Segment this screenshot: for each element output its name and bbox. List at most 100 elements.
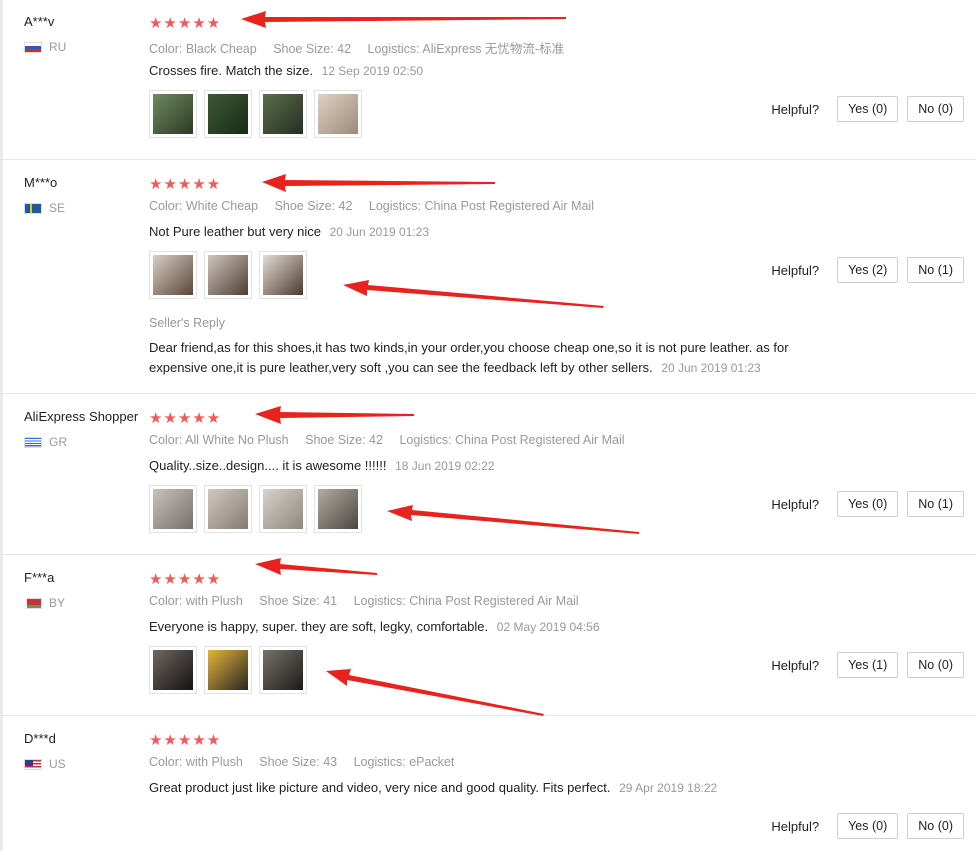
- helpful-no-button[interactable]: No (0): [907, 652, 964, 678]
- meta-color: Color: All White No Plush: [149, 433, 289, 447]
- review-photo[interactable]: [204, 485, 252, 533]
- reviewer-name: M***o: [24, 175, 58, 190]
- review-text: Great product just like picture and vide…: [149, 780, 717, 795]
- review-photo[interactable]: [149, 485, 197, 533]
- star-rating: ★★★★★: [149, 571, 222, 588]
- review-item: D***d US ★★★★★ Color: with Plush Shoe Si…: [0, 716, 976, 855]
- review-photo[interactable]: [314, 485, 362, 533]
- review-meta: Color: All White No Plush Shoe Size: 42 …: [149, 433, 638, 447]
- helpful-controls: Helpful? Yes (2) No (1): [771, 257, 964, 283]
- meta-size: Shoe Size: 42: [274, 199, 353, 213]
- review-item: M***o SE ★★★★★ Color: White Cheap Shoe S…: [0, 160, 976, 394]
- review-photo[interactable]: [259, 90, 307, 138]
- photo-image: [263, 489, 303, 529]
- review-body: Not Pure leather but very nice: [149, 224, 321, 239]
- review-item: A***v RU ★★★★★ Color: Black Cheap Shoe S…: [0, 0, 976, 160]
- photo-thumbnails: [149, 485, 369, 533]
- review-photo[interactable]: [204, 90, 252, 138]
- star-rating: ★★★★★: [149, 15, 222, 32]
- photo-image: [153, 94, 193, 134]
- review-photo[interactable]: [149, 90, 197, 138]
- seller-reply-date: 20 Jun 2019 01:23: [661, 361, 761, 375]
- star-rating: ★★★★★: [149, 176, 222, 193]
- reviewer-name: D***d: [24, 731, 56, 746]
- reviewer-country: GR: [24, 435, 67, 449]
- meta-color: Color: with Plush: [149, 594, 243, 608]
- review-photo[interactable]: [204, 646, 252, 694]
- review-body: Everyone is happy, super. they are soft,…: [149, 619, 489, 634]
- meta-color: Color: White Cheap: [149, 199, 259, 213]
- helpful-label: Helpful?: [771, 818, 820, 834]
- meta-size: Shoe Size: 43: [259, 755, 338, 769]
- helpful-yes-button[interactable]: Yes (0): [837, 96, 899, 122]
- helpful-label: Helpful?: [771, 496, 820, 512]
- star-rating: ★★★★★: [149, 732, 222, 749]
- review-meta: Color: Black Cheap Shoe Size: 42 Logisti…: [149, 38, 577, 57]
- review-date: 20 Jun 2019 01:23: [329, 225, 430, 239]
- review-photo[interactable]: [149, 646, 197, 694]
- meta-size: Shoe Size: 42: [273, 42, 352, 56]
- seller-reply-label: Seller's Reply: [149, 316, 226, 330]
- helpful-no-button[interactable]: No (0): [907, 96, 964, 122]
- reviewer-name: AliExpress Shopper: [24, 409, 139, 424]
- country-code: GR: [49, 435, 67, 449]
- meta-logistics: Logistics: China Post Registered Air Mai…: [399, 433, 625, 447]
- review-photo[interactable]: [149, 251, 197, 299]
- helpful-yes-button[interactable]: Yes (0): [837, 813, 899, 839]
- helpful-label: Helpful?: [771, 262, 820, 278]
- review-photo[interactable]: [259, 251, 307, 299]
- helpful-controls: Helpful? Yes (0) No (1): [771, 491, 964, 517]
- helpful-no-button[interactable]: No (0): [907, 813, 964, 839]
- helpful-controls: Helpful? Yes (1) No (0): [771, 652, 964, 678]
- photo-thumbnails: [149, 646, 314, 694]
- helpful-yes-button[interactable]: Yes (0): [837, 491, 899, 517]
- helpful-no-button[interactable]: No (1): [907, 491, 964, 517]
- reviewer-name: A***v: [24, 14, 55, 29]
- review-date: 12 Sep 2019 02:50: [321, 64, 424, 78]
- review-photo[interactable]: [314, 90, 362, 138]
- review-photo[interactable]: [204, 251, 252, 299]
- flag-gr-icon: [24, 436, 42, 448]
- review-date: 02 May 2019 04:56: [496, 620, 600, 634]
- review-date: 29 Apr 2019 18:22: [619, 781, 718, 795]
- photo-image: [208, 489, 248, 529]
- photo-image: [318, 94, 358, 134]
- helpful-yes-button[interactable]: Yes (2): [837, 257, 899, 283]
- country-code: RU: [49, 40, 67, 54]
- helpful-controls: Helpful? Yes (0) No (0): [771, 813, 964, 839]
- photo-image: [263, 255, 303, 295]
- review-list: A***v RU ★★★★★ Color: Black Cheap Shoe S…: [0, 0, 976, 855]
- helpful-no-button[interactable]: No (1): [907, 257, 964, 283]
- review-meta: Color: with Plush Shoe Size: 43 Logistic…: [149, 755, 467, 769]
- meta-logistics: Logistics: ePacket: [353, 755, 455, 769]
- helpful-label: Helpful?: [771, 657, 820, 673]
- flag-ru-icon: [24, 41, 42, 53]
- reviewer-country: US: [24, 757, 66, 771]
- meta-size: Shoe Size: 41: [259, 594, 338, 608]
- review-text: Quality..size..design.... it is awesome …: [149, 458, 495, 473]
- review-body: Crosses fire. Match the size.: [149, 63, 313, 78]
- helpful-label: Helpful?: [771, 101, 820, 117]
- reviewer-country: BY: [24, 596, 65, 610]
- photo-image: [153, 255, 193, 295]
- flag-se-icon: [24, 202, 42, 214]
- review-photo[interactable]: [259, 485, 307, 533]
- review-text: Not Pure leather but very nice 20 Jun 20…: [149, 224, 429, 239]
- star-rating: ★★★★★: [149, 410, 222, 427]
- country-code: SE: [49, 201, 66, 215]
- photo-thumbnails: [149, 251, 314, 299]
- review-meta: Color: White Cheap Shoe Size: 42 Logisti…: [149, 199, 607, 213]
- helpful-yes-button[interactable]: Yes (1): [837, 652, 899, 678]
- review-photo[interactable]: [259, 646, 307, 694]
- meta-logistics: Logistics: China Post Registered Air Mai…: [353, 594, 579, 608]
- meta-color: Color: Black Cheap: [149, 42, 257, 56]
- photo-image: [153, 650, 193, 690]
- meta-color: Color: with Plush: [149, 755, 243, 769]
- review-text: Everyone is happy, super. they are soft,…: [149, 619, 600, 634]
- photo-image: [318, 489, 358, 529]
- review-text: Crosses fire. Match the size. 12 Sep 201…: [149, 63, 423, 78]
- photo-image: [263, 650, 303, 690]
- reviewer-name: F***a: [24, 570, 55, 585]
- flag-us-icon: [24, 758, 42, 770]
- reviewer-country: RU: [24, 40, 66, 54]
